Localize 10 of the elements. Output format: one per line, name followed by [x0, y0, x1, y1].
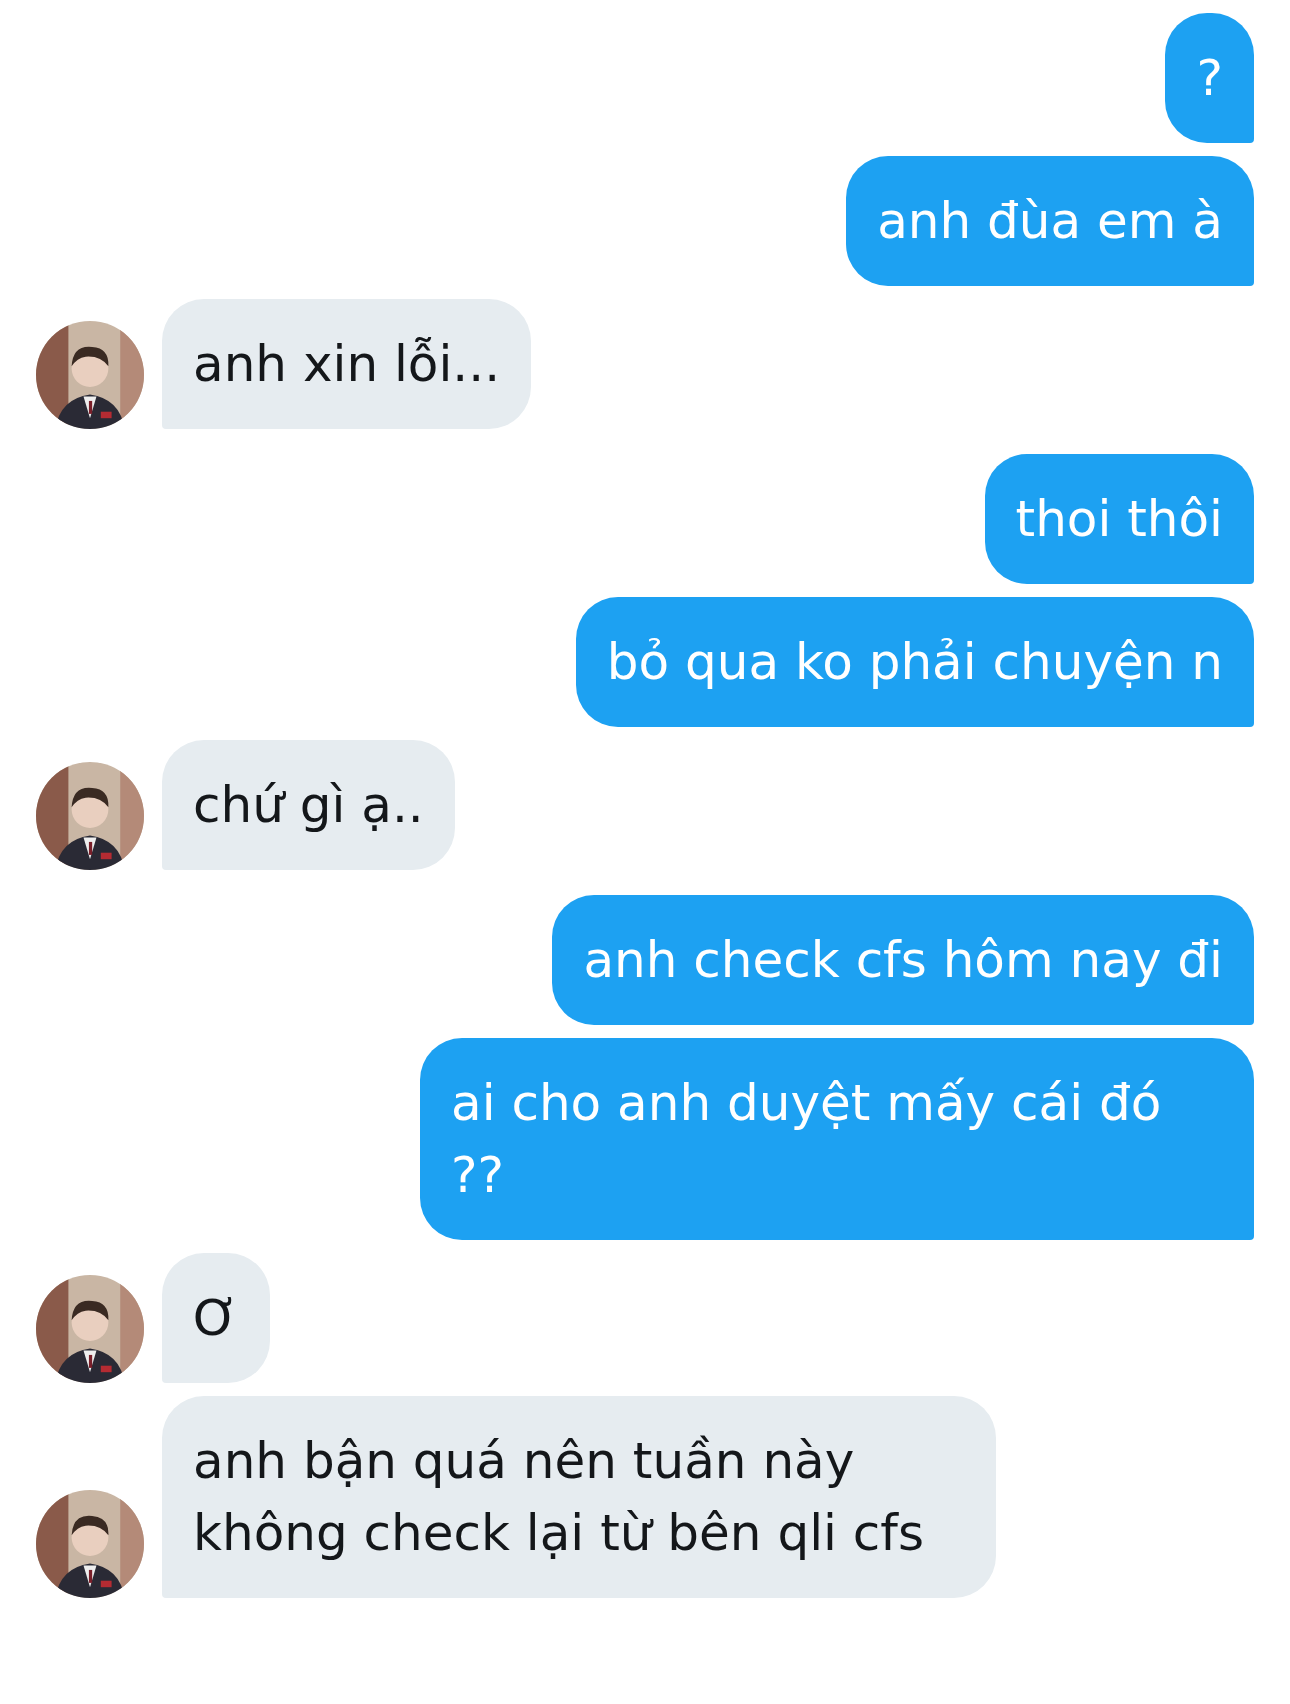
message-bubble: anh đùa em à [846, 156, 1254, 286]
message-bubble: ? [1165, 13, 1254, 143]
message-bubble: ai cho anh duyệt mấy cái đó ?? [420, 1038, 1254, 1240]
message-bubble: anh check cfs hôm nay đi [552, 895, 1254, 1025]
message-bubble: anh xin lỗi... [162, 299, 532, 429]
message-bubble: anh bận quá nên tuần này không check lại từ bên qli cfs [162, 1396, 996, 1598]
message-bubble: thoi thôi [984, 454, 1254, 584]
message-bubble: chứ gì ạ.. [162, 740, 455, 870]
message-bubble: bỏ qua ko phải chuyện n [575, 597, 1254, 727]
message-bubble: Ơ [162, 1253, 270, 1383]
